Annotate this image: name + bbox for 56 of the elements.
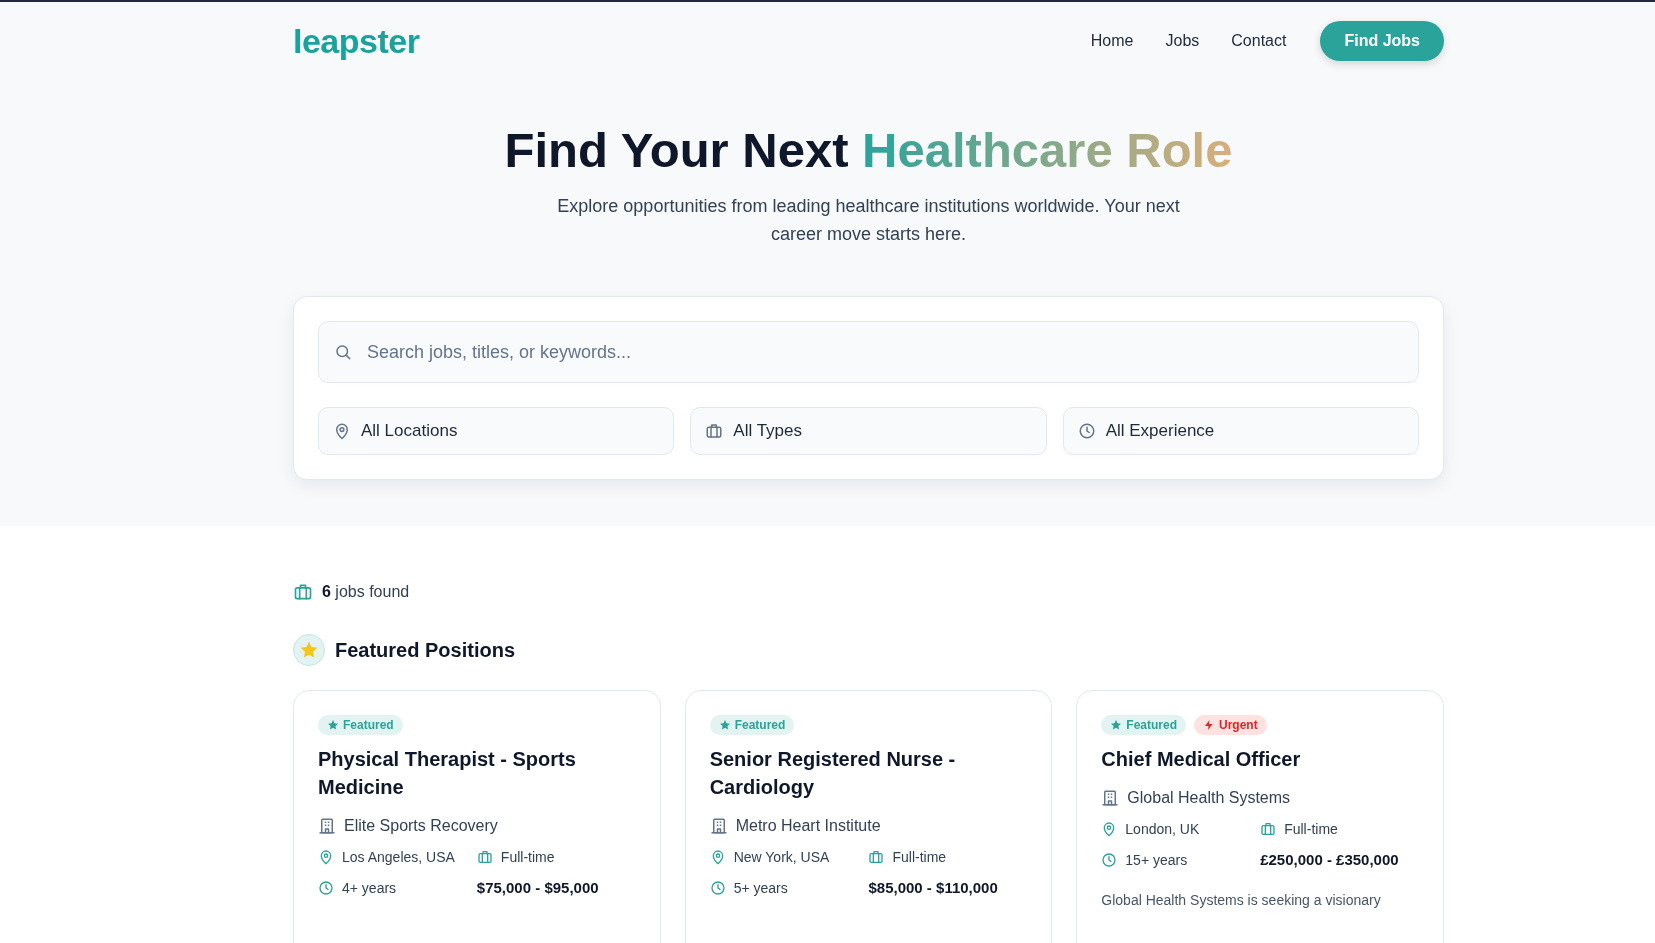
star-icon: [327, 719, 339, 731]
lightning-icon: [1203, 719, 1215, 731]
hero-title: Find Your Next Healthcare Role: [503, 122, 1234, 178]
location-pin-icon: [333, 422, 351, 440]
job-type: Full-time: [892, 849, 947, 865]
star-icon: [718, 719, 731, 731]
featured-badge: Featured: [709, 715, 795, 735]
job-card[interactable]: Featured Physical Therapist - Sports Medicine Elite Sports Recovery Los Angeles, USA Full-time 4+ years $75,000 - $95,000: [293, 690, 661, 943]
building-icon: [709, 817, 728, 835]
search-field[interactable]: Search jobs, titles, or keywords...: [318, 321, 1419, 383]
briefcase-icon: [476, 849, 493, 865]
nav-link[interactable]: Contact: [1231, 32, 1287, 50]
job-type: Full-time: [1284, 821, 1338, 837]
job-experience: 15+ years: [1125, 851, 1188, 868]
job-title[interactable]: Chief Medical Officer: [1101, 745, 1419, 773]
featured-badge: Featured: [318, 715, 403, 735]
briefcase-icon: [1260, 821, 1277, 837]
filter-dropdown[interactable]: All Types: [690, 407, 1047, 455]
featured-badge: Featured: [1101, 715, 1186, 735]
job-experience: 5+ years: [733, 879, 788, 896]
job-salary: £250,000 - £350,000: [1260, 851, 1399, 868]
job-experience: 4+ years: [342, 879, 397, 896]
clock-icon: [1101, 851, 1118, 868]
job-type: Full-time: [500, 849, 555, 865]
jobs-count: 6 jobs found: [322, 583, 410, 601]
clock-icon: [318, 879, 334, 896]
search-icon: [334, 343, 352, 361]
briefcase-icon: [705, 422, 724, 440]
filter-dropdown[interactable]: All Locations: [318, 407, 675, 455]
job-card[interactable]: Featured Urgent Chief Medical Officer Global Health Systems London, UK Full-time 15+ years £250,000 - £350,000 Global Health Systems is seeking a visionary: [1076, 690, 1444, 943]
job-location: Los Angeles, USA: [342, 849, 455, 865]
hero-subtitle: Explore opportunities from leading healthcare institutions worldwide. Your next career move starts here.: [556, 195, 1181, 246]
job-title[interactable]: Physical Therapist - Sports Medicine: [318, 745, 636, 801]
clock-icon: [709, 879, 726, 896]
job-location: London, UK: [1125, 821, 1200, 837]
section-heading: Featured Positions: [335, 638, 516, 662]
job-title[interactable]: Senior Registered Nurse - Cardiology: [709, 745, 1028, 801]
company-name: Metro Heart Institute: [735, 817, 881, 835]
job-location: New York, USA: [733, 849, 830, 865]
briefcase-icon: [293, 582, 313, 602]
job-salary: $85,000 - $110,000: [868, 879, 998, 896]
briefcase-icon: [868, 849, 885, 865]
company-name: Global Health Systems: [1127, 789, 1291, 807]
job-description: Global Health Systems is seeking a visionary: [1101, 891, 1382, 910]
company-name: Elite Sports Recovery: [344, 817, 498, 835]
nav-link[interactable]: Home: [1090, 32, 1134, 50]
star-icon: [1110, 719, 1123, 731]
building-icon: [318, 817, 336, 835]
location-pin-icon: [318, 849, 334, 865]
job-card[interactable]: Featured Senior Registered Nurse - Cardiology Metro Heart Institute New York, USA Full-time 5+ years $85,000 - $110,000: [684, 690, 1053, 943]
clock-icon: [1077, 422, 1096, 440]
building-icon: [1101, 789, 1120, 807]
job-salary: $75,000 - $95,000: [476, 879, 599, 896]
urgent-badge: Urgent: [1194, 715, 1267, 735]
filter-dropdown[interactable]: All Experience: [1062, 407, 1419, 455]
nav-link[interactable]: Jobs: [1165, 32, 1200, 50]
